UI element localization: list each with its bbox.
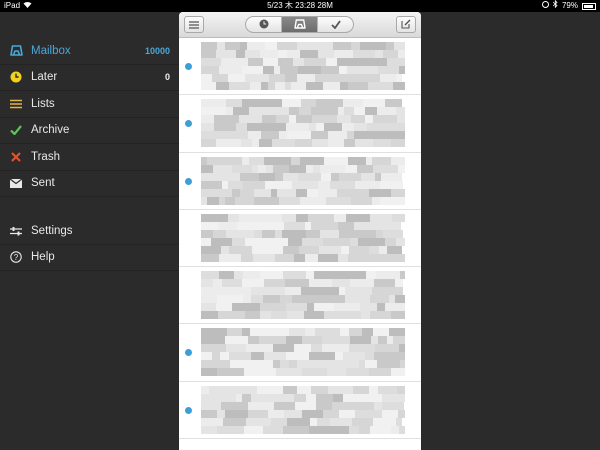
- redacted-message-preview: [201, 271, 413, 320]
- sidebar-nav: Mailbox 10000 Later 0 Lists Archive Tras…: [0, 38, 180, 197]
- sidebar-item-sent[interactable]: Sent: [0, 171, 180, 197]
- unread-indicator: [185, 406, 192, 414]
- x-icon: [9, 150, 23, 164]
- sidebar-item-archive[interactable]: Archive: [0, 118, 180, 144]
- sidebar-item-label: Archive: [31, 124, 70, 137]
- bluetooth-icon: [552, 0, 558, 12]
- detail-background: [421, 12, 600, 450]
- message-row[interactable]: [179, 324, 421, 382]
- sidebar-item-label: Later: [31, 71, 58, 84]
- sidebar-item-settings[interactable]: Settings: [0, 218, 180, 245]
- message-list: [179, 38, 421, 440]
- message-row[interactable]: [179, 210, 421, 268]
- svg-text:?: ?: [14, 253, 19, 262]
- sidebar-item-label: Sent: [31, 177, 55, 190]
- sidebar-item-help[interactable]: ? Help: [0, 245, 180, 271]
- redacted-message-preview: [201, 385, 413, 434]
- sidebar-item-label: Help: [31, 251, 55, 264]
- message-row[interactable]: [179, 267, 421, 325]
- folder-segmented-control: [245, 16, 354, 33]
- redacted-message-preview: [201, 328, 413, 377]
- sidebar-item-label: Settings: [31, 224, 73, 237]
- help-icon: ?: [9, 250, 23, 264]
- later-count: 0: [164, 72, 170, 83]
- sidebar-secondary-nav: Settings ? Help: [0, 218, 180, 271]
- battery-icon: [582, 2, 596, 10]
- message-row[interactable]: [179, 382, 421, 440]
- toolbar: [179, 12, 421, 38]
- device-name: iPad: [4, 1, 21, 10]
- sidebar-item-trash[interactable]: Trash: [0, 144, 180, 171]
- segment-archive[interactable]: [318, 17, 353, 32]
- sidebar-item-label: Trash: [31, 150, 60, 163]
- redacted-message-preview: [201, 213, 413, 262]
- message-row[interactable]: [179, 95, 421, 153]
- envelope-icon: [9, 176, 23, 190]
- sidebar-item-later[interactable]: Later 0: [0, 65, 180, 91]
- redacted-message-preview: [201, 99, 413, 148]
- sidebar-item-label: Mailbox: [31, 44, 71, 57]
- compose-button[interactable]: [396, 16, 416, 33]
- segment-later[interactable]: [246, 17, 282, 32]
- hamburger-icon: [189, 16, 199, 34]
- battery-percent: 79%: [561, 1, 578, 10]
- redacted-message-preview: [201, 156, 413, 205]
- sliders-icon: [9, 224, 23, 238]
- segment-mailbox[interactable]: [282, 17, 318, 32]
- status-bar: iPad 5/23 木 23:28 28M 79%: [0, 0, 600, 12]
- message-row[interactable]: [179, 153, 421, 210]
- mailbox-icon: [9, 44, 23, 58]
- sidebar-item-label: Lists: [31, 97, 55, 110]
- unread-indicator: [185, 349, 192, 357]
- mailbox-count: 10000: [144, 45, 170, 56]
- sidebar-item-lists[interactable]: Lists: [0, 91, 180, 118]
- mailbox-icon: [293, 17, 306, 32]
- unread-indicator: [185, 63, 192, 70]
- clock-icon: [259, 17, 269, 32]
- alarm-icon: [541, 0, 549, 12]
- sidebar-item-mailbox[interactable]: Mailbox 10000: [0, 38, 180, 65]
- redacted-message-preview: [201, 42, 413, 90]
- message-list-panel: [179, 12, 421, 450]
- unread-indicator: [185, 120, 192, 128]
- checkmark-icon: [330, 17, 341, 32]
- status-time: 5/23 木 23:28 28M: [267, 1, 333, 10]
- menu-button[interactable]: [184, 16, 204, 33]
- wifi-icon: [23, 0, 32, 12]
- message-row[interactable]: [179, 38, 421, 96]
- list-icon: [9, 97, 23, 111]
- unread-indicator: [185, 177, 192, 185]
- checkmark-icon: [9, 123, 23, 137]
- compose-icon: [401, 16, 411, 34]
- sidebar: Mailbox 10000 Later 0 Lists Archive Tras…: [0, 12, 180, 450]
- clock-icon: [9, 70, 23, 84]
